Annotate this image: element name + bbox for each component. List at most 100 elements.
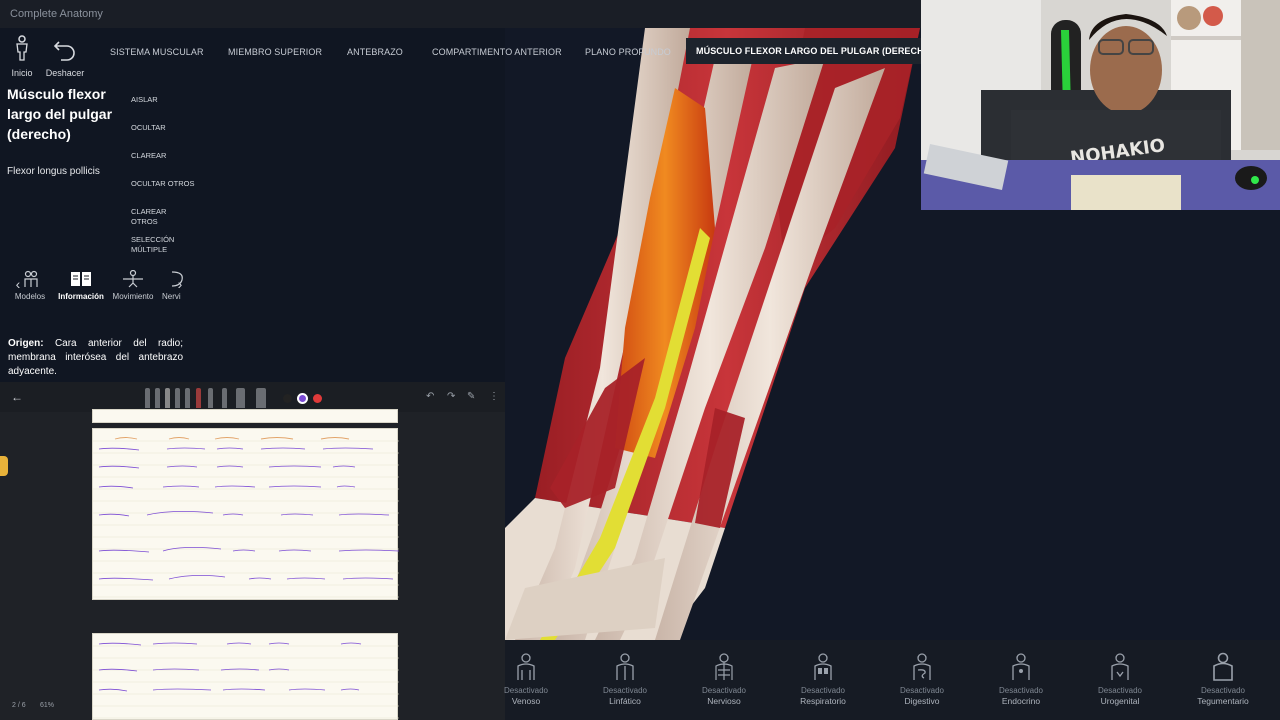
fade-others-button[interactable]: CLAREAR OTROS xyxy=(131,207,195,235)
chevron-right-icon[interactable]: › xyxy=(172,276,188,292)
home-label: Inicio xyxy=(11,68,33,78)
undo-icon[interactable]: ↶ xyxy=(426,391,434,402)
system-name: Nervioso xyxy=(707,696,741,706)
handwritten-notes-drawing xyxy=(93,437,400,598)
eraser-tool-icon[interactable] xyxy=(236,388,245,408)
system-state: Desactivado xyxy=(998,686,1044,695)
tab-models[interactable]: Modelos xyxy=(5,270,55,301)
webcam-overlay: NOHAKIO xyxy=(921,0,1280,210)
scroll-handle[interactable] xyxy=(0,456,8,476)
redo-icon[interactable]: ↷ xyxy=(447,391,455,402)
system-toggle-venous[interactable]: Desactivado Venoso xyxy=(491,652,561,706)
pen-tool-icon[interactable] xyxy=(175,388,180,408)
system-toggle-respiratory[interactable]: Desactivado Respiratorio xyxy=(788,652,858,706)
system-name: Digestivo xyxy=(904,696,940,706)
breadcrumb-item[interactable]: ANTEBRAZO xyxy=(347,47,403,57)
system-state: Desactivado xyxy=(899,686,945,695)
structure-info-panel: Músculo flexor largo del pulgar (derecho… xyxy=(0,78,195,380)
venous-icon xyxy=(517,653,535,680)
lasso-tool-icon[interactable] xyxy=(256,388,266,408)
nervous-icon xyxy=(715,653,733,680)
movement-icon xyxy=(123,270,143,288)
structure-title: Músculo flexor largo del pulgar (derecho… xyxy=(7,86,113,142)
models-icon xyxy=(24,270,38,287)
structure-latin-name: Flexor longus pollicis xyxy=(7,166,100,177)
system-toggle-nervous[interactable]: Desactivado Nervioso xyxy=(689,652,759,706)
respiratory-icon xyxy=(814,653,832,680)
multi-select-button[interactable]: SELECCIÓN MÚLTIPLE xyxy=(131,235,179,263)
breadcrumb-item[interactable]: SISTEMA MUSCULAR xyxy=(110,47,204,57)
system-name: Endocrino xyxy=(1001,696,1041,706)
digestive-icon xyxy=(913,653,931,680)
tab-models-label: Modelos xyxy=(14,292,46,301)
breadcrumb-item[interactable]: PLANO PROFUNDO xyxy=(585,47,671,57)
origin-label: Origen: xyxy=(8,338,44,349)
system-state: Desactivado xyxy=(503,686,549,695)
tab-information-label: Información xyxy=(58,292,104,301)
webcam-video: NOHAKIO xyxy=(921,0,1280,210)
isolate-button[interactable]: AISLAR xyxy=(131,95,195,123)
zoom-level: 61% xyxy=(40,702,55,709)
system-name: Respiratorio xyxy=(800,696,846,706)
notes-page[interactable] xyxy=(92,428,400,600)
pen-tool-icon[interactable] xyxy=(222,388,227,408)
urogenital-icon xyxy=(1111,653,1129,680)
info-tabs: ‹ Modelos Información Movimiento Nervi › xyxy=(0,268,195,308)
lymphatic-icon xyxy=(616,653,634,680)
tab-movement[interactable]: Movimiento xyxy=(108,270,158,301)
pen-tool-icon[interactable] xyxy=(208,388,213,408)
top-navigation: Inicio Deshacer SISTEMA MUSCULAR MIEMBRO… xyxy=(0,28,944,78)
app-title: Complete Anatomy xyxy=(10,8,103,20)
system-toggle-lymphatic[interactable]: Desactivado Linfático xyxy=(590,652,660,706)
undo-icon xyxy=(53,41,75,61)
fade-button[interactable]: CLAREAR xyxy=(131,151,195,179)
system-toggle-integumentary[interactable]: Desactivado Tegumentario xyxy=(1188,652,1258,706)
system-state: Desactivado xyxy=(602,686,648,695)
pen-tool-icon[interactable] xyxy=(145,388,150,408)
breadcrumb-item[interactable]: COMPARTIMENTO ANTERIOR xyxy=(432,47,562,57)
endocrine-icon xyxy=(1012,653,1030,680)
hide-others-button[interactable]: OCULTAR OTROS xyxy=(131,179,195,207)
notes-app: ← ↶ ↷ ✎ ⋮ 2 / 6 61% xyxy=(0,382,505,720)
undo-button[interactable]: Deshacer xyxy=(45,34,85,78)
system-state: Desactivado xyxy=(1097,686,1143,695)
edit-icon[interactable]: ✎ xyxy=(467,391,475,402)
tab-information[interactable]: Información xyxy=(56,270,106,301)
system-state: Desactivado xyxy=(1200,686,1246,695)
color-swatch-red[interactable] xyxy=(313,394,322,403)
structure-actions: AISLAR OCULTAR CLAREAR OCULTAR OTROS CLA… xyxy=(131,95,195,263)
system-toggle-endocrine[interactable]: Desactivado Endocrino xyxy=(986,652,1056,706)
system-toggle-digestive[interactable]: Desactivado Digestivo xyxy=(887,652,957,706)
person-icon xyxy=(16,35,28,61)
pen-tool-icon[interactable] xyxy=(185,388,190,408)
title-bar: Complete Anatomy xyxy=(0,0,921,28)
page-indicator: 2 / 6 xyxy=(12,702,26,709)
undo-label: Deshacer xyxy=(45,68,85,78)
integumentary-icon xyxy=(1213,652,1233,681)
system-state: Desactivado xyxy=(800,686,846,695)
handwritten-notes-drawing xyxy=(93,642,399,719)
back-arrow-icon[interactable]: ← xyxy=(11,390,23,404)
marker-tool-icon[interactable] xyxy=(196,388,201,408)
system-name: Tegumentario xyxy=(1197,696,1249,706)
breadcrumb-item[interactable]: MIEMBRO SUPERIOR xyxy=(228,47,322,57)
app-window: Complete Anatomy Inicio Deshacer SISTEMA… xyxy=(0,0,1280,720)
book-icon xyxy=(71,272,91,286)
system-state: Desactivado xyxy=(701,686,747,695)
origin-description: Origen: Cara anterior del radio; membran… xyxy=(8,337,183,379)
notes-page[interactable] xyxy=(92,633,399,720)
notes-toolbar: ← ↶ ↷ ✎ ⋮ xyxy=(0,382,505,412)
notes-page[interactable] xyxy=(92,409,398,423)
tab-nerves-label: Nervi xyxy=(162,292,181,301)
system-toggle-urogenital[interactable]: Desactivado Urogenital xyxy=(1085,652,1155,706)
pen-tool-icon[interactable] xyxy=(155,388,160,408)
hide-button[interactable]: OCULTAR xyxy=(131,123,195,151)
systems-bar: Desactivado Venoso Desactivado Linfático… xyxy=(504,640,1280,720)
home-button[interactable]: Inicio xyxy=(2,34,42,78)
system-name: Linfático xyxy=(609,696,641,706)
more-options-icon[interactable]: ⋮ xyxy=(489,391,499,402)
breadcrumb-item-active[interactable]: MÚSCULO FLEXOR LARGO DEL PULGAR (DERECHO… xyxy=(686,38,944,64)
color-swatch-black[interactable] xyxy=(283,394,292,403)
color-swatch-purple[interactable] xyxy=(297,393,308,404)
pencil-tool-icon[interactable] xyxy=(165,388,170,408)
